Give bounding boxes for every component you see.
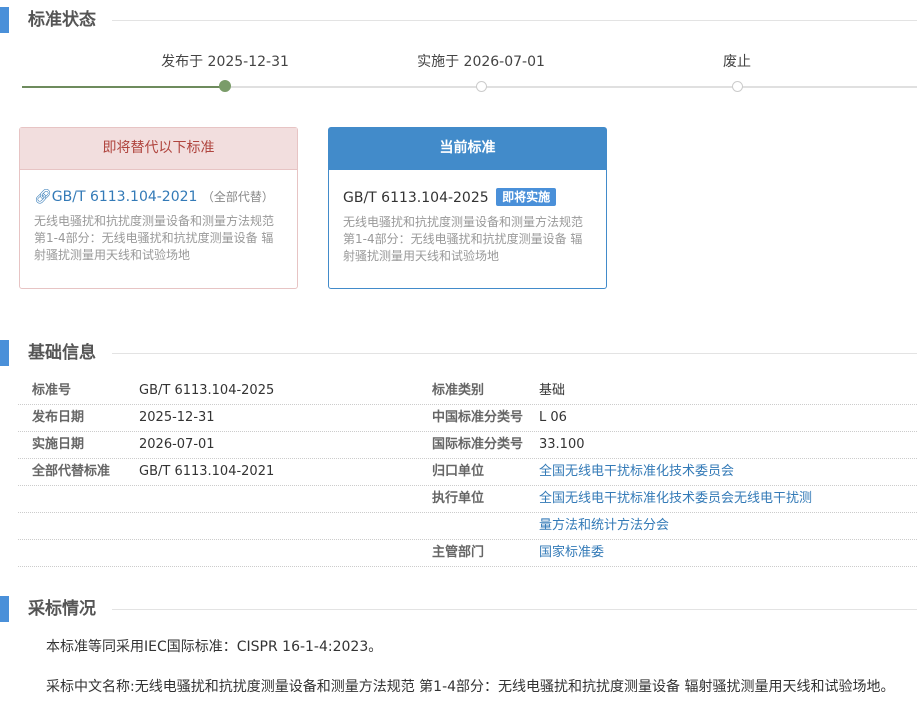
field-value: 33.100	[539, 437, 585, 452]
table-row: 执行单位 全国无线电干扰标准化技术委员会无线电干扰测	[18, 486, 917, 513]
field-value: L 06	[539, 410, 567, 425]
field-label: 标准类别	[432, 383, 485, 398]
standard-description: 无线电骚扰和抗扰度测量设备和测量方法规范 第1-4部分：无线电骚扰和抗扰度测量设…	[343, 215, 584, 263]
table-row: 量方法和统计方法分会	[18, 513, 917, 540]
owner-link[interactable]: 全国无线电干扰标准化技术委员会	[539, 459, 734, 485]
section-accent-bar	[0, 596, 9, 622]
section-header-status: 标准状态	[0, 7, 917, 33]
field-label: 国际标准分类号	[432, 437, 524, 452]
timeline-label: 实施于 2026-07-01	[417, 54, 545, 70]
section-header-adoption: 采标情况	[0, 596, 917, 622]
basic-info-table: 标准号 GB/T 6113.104-2025 标准类别 基础 发布日期 2025…	[18, 378, 917, 567]
current-standard-code: GB/T 6113.104-2025 即将实施	[343, 188, 592, 207]
adoption-statement: 本标准等同采用IEC国际标准：CISPR 16-1-4:2023。	[46, 639, 383, 655]
replaced-standard-card: 即将替代以下标准 🔗︎GB/T 6113.104-2021 （全部代替） 无线电…	[19, 127, 298, 289]
field-label: 标准号	[32, 383, 72, 398]
executor-link[interactable]: 全国无线电干扰标准化技术委员会无线电干扰测	[539, 486, 812, 512]
section-divider	[112, 20, 917, 21]
field-value: GB/T 6113.104-2025	[139, 383, 275, 398]
replaced-standard-link[interactable]: GB/T 6113.104-2021	[52, 189, 198, 205]
field-label: 全部代替标准	[32, 464, 111, 479]
timeline-dot	[731, 81, 743, 92]
timeline-dot	[219, 80, 231, 92]
table-row: 发布日期 2025-12-31 中国标准分类号 L 06	[18, 405, 917, 432]
timeline-label: 发布于 2025-12-31	[161, 54, 289, 70]
status-timeline: 发布于 2025-12-31 实施于 2026-07-01 废止	[22, 52, 917, 102]
card-header: 当前标准	[329, 128, 606, 170]
standard-code-text: GB/T 6113.104-2025	[343, 190, 489, 206]
section-divider	[112, 353, 917, 354]
section-title: 标准状态	[28, 10, 96, 30]
link-icon: 🔗︎	[34, 189, 52, 205]
table-row: 标准号 GB/T 6113.104-2025 标准类别 基础	[18, 378, 917, 405]
timeline-dot	[475, 81, 487, 92]
field-value: 基础	[539, 383, 566, 398]
field-label: 归口单位	[432, 464, 485, 479]
standard-description: 无线电骚扰和抗扰度测量设备和测量方法规范 第1-4部分：无线电骚扰和抗扰度测量设…	[34, 214, 275, 262]
timeline-node-implemented: 实施于 2026-07-01	[381, 52, 581, 92]
field-value: 2025-12-31	[139, 410, 215, 425]
table-row: 主管部门 国家标准委	[18, 540, 917, 567]
section-header-basic: 基础信息	[0, 340, 917, 366]
table-row: 全部代替标准 GB/T 6113.104-2021 归口单位 全国无线电干扰标准…	[18, 459, 917, 486]
section-title: 采标情况	[28, 599, 96, 619]
section-accent-bar	[0, 7, 9, 33]
timeline-label: 废止	[723, 54, 751, 70]
section-divider	[112, 609, 917, 610]
replaced-standard-code: 🔗︎GB/T 6113.104-2021 （全部代替）	[34, 188, 283, 206]
replace-scope-tag: （全部代替）	[201, 190, 274, 204]
field-label: 实施日期	[32, 437, 85, 452]
table-row: 实施日期 2026-07-01 国际标准分类号 33.100	[18, 432, 917, 459]
adoption-chinese-name: 采标中文名称:无线电骚扰和抗扰度测量设备和测量方法规范 第1-4部分：无线电骚扰…	[46, 679, 895, 695]
timeline-node-published: 发布于 2025-12-31	[125, 52, 325, 92]
field-label: 执行单位	[432, 491, 485, 506]
authority-link[interactable]: 国家标准委	[539, 540, 604, 566]
field-label: 中国标准分类号	[432, 410, 524, 425]
timeline-node-abolished: 废止	[637, 52, 837, 92]
card-header: 即将替代以下标准	[20, 128, 297, 170]
status-badge: 即将实施	[496, 188, 557, 206]
field-value: 2026-07-01	[139, 437, 215, 452]
current-standard-card: 当前标准 GB/T 6113.104-2025 即将实施 无线电骚扰和抗扰度测量…	[328, 127, 607, 289]
section-accent-bar	[0, 340, 9, 366]
field-value: GB/T 6113.104-2021	[139, 464, 275, 479]
executor-link-continued[interactable]: 量方法和统计方法分会	[539, 513, 669, 539]
section-title: 基础信息	[28, 343, 96, 363]
field-label: 主管部门	[432, 545, 485, 560]
field-label: 发布日期	[32, 410, 85, 425]
